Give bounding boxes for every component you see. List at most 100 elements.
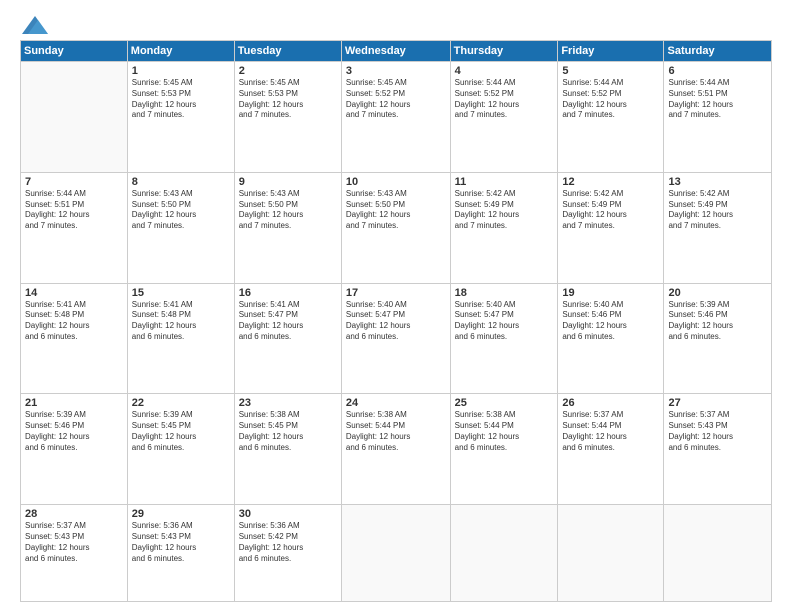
calendar-cell: 17Sunrise: 5:40 AM Sunset: 5:47 PM Dayli… — [341, 283, 450, 394]
day-number: 11 — [455, 176, 554, 188]
day-number: 9 — [239, 176, 337, 188]
cell-info: Sunrise: 5:45 AM Sunset: 5:53 PM Dayligh… — [132, 78, 230, 121]
day-number: 14 — [25, 287, 123, 299]
day-number: 12 — [562, 176, 659, 188]
day-number: 7 — [25, 176, 123, 188]
calendar-cell: 27Sunrise: 5:37 AM Sunset: 5:43 PM Dayli… — [664, 394, 772, 505]
cell-info: Sunrise: 5:43 AM Sunset: 5:50 PM Dayligh… — [239, 189, 337, 232]
calendar-cell: 2Sunrise: 5:45 AM Sunset: 5:53 PM Daylig… — [234, 62, 341, 173]
day-number: 5 — [562, 65, 659, 77]
calendar-cell: 10Sunrise: 5:43 AM Sunset: 5:50 PM Dayli… — [341, 172, 450, 283]
cell-info: Sunrise: 5:42 AM Sunset: 5:49 PM Dayligh… — [668, 189, 767, 232]
day-number: 25 — [455, 397, 554, 409]
day-number: 1 — [132, 65, 230, 77]
calendar-table: SundayMondayTuesdayWednesdayThursdayFrid… — [20, 40, 772, 602]
day-number: 15 — [132, 287, 230, 299]
calendar-cell — [21, 62, 128, 173]
day-number: 24 — [346, 397, 446, 409]
cell-info: Sunrise: 5:45 AM Sunset: 5:52 PM Dayligh… — [346, 78, 446, 121]
logo-icon — [22, 16, 48, 34]
calendar-cell: 24Sunrise: 5:38 AM Sunset: 5:44 PM Dayli… — [341, 394, 450, 505]
calendar-cell: 22Sunrise: 5:39 AM Sunset: 5:45 PM Dayli… — [127, 394, 234, 505]
weekday-header-monday: Monday — [127, 41, 234, 62]
cell-info: Sunrise: 5:39 AM Sunset: 5:46 PM Dayligh… — [668, 300, 767, 343]
cell-info: Sunrise: 5:37 AM Sunset: 5:44 PM Dayligh… — [562, 410, 659, 453]
calendar-cell: 23Sunrise: 5:38 AM Sunset: 5:45 PM Dayli… — [234, 394, 341, 505]
cell-info: Sunrise: 5:38 AM Sunset: 5:45 PM Dayligh… — [239, 410, 337, 453]
calendar-cell — [664, 505, 772, 602]
calendar-week-4: 21Sunrise: 5:39 AM Sunset: 5:46 PM Dayli… — [21, 394, 772, 505]
cell-info: Sunrise: 5:44 AM Sunset: 5:52 PM Dayligh… — [455, 78, 554, 121]
calendar-cell: 4Sunrise: 5:44 AM Sunset: 5:52 PM Daylig… — [450, 62, 558, 173]
calendar-cell: 11Sunrise: 5:42 AM Sunset: 5:49 PM Dayli… — [450, 172, 558, 283]
calendar-cell — [450, 505, 558, 602]
weekday-header-sunday: Sunday — [21, 41, 128, 62]
day-number: 30 — [239, 508, 337, 520]
cell-info: Sunrise: 5:39 AM Sunset: 5:45 PM Dayligh… — [132, 410, 230, 453]
cell-info: Sunrise: 5:37 AM Sunset: 5:43 PM Dayligh… — [25, 521, 123, 564]
day-number: 10 — [346, 176, 446, 188]
header — [20, 16, 772, 32]
calendar-cell: 6Sunrise: 5:44 AM Sunset: 5:51 PM Daylig… — [664, 62, 772, 173]
day-number: 3 — [346, 65, 446, 77]
cell-info: Sunrise: 5:38 AM Sunset: 5:44 PM Dayligh… — [455, 410, 554, 453]
calendar-cell: 7Sunrise: 5:44 AM Sunset: 5:51 PM Daylig… — [21, 172, 128, 283]
logo-text — [20, 16, 48, 32]
calendar-cell: 5Sunrise: 5:44 AM Sunset: 5:52 PM Daylig… — [558, 62, 664, 173]
weekday-header-thursday: Thursday — [450, 41, 558, 62]
calendar-cell: 3Sunrise: 5:45 AM Sunset: 5:52 PM Daylig… — [341, 62, 450, 173]
cell-info: Sunrise: 5:41 AM Sunset: 5:48 PM Dayligh… — [132, 300, 230, 343]
day-number: 4 — [455, 65, 554, 77]
calendar-cell — [558, 505, 664, 602]
calendar-week-3: 14Sunrise: 5:41 AM Sunset: 5:48 PM Dayli… — [21, 283, 772, 394]
calendar-cell: 20Sunrise: 5:39 AM Sunset: 5:46 PM Dayli… — [664, 283, 772, 394]
calendar-cell: 13Sunrise: 5:42 AM Sunset: 5:49 PM Dayli… — [664, 172, 772, 283]
day-number: 23 — [239, 397, 337, 409]
day-number: 22 — [132, 397, 230, 409]
calendar-cell: 15Sunrise: 5:41 AM Sunset: 5:48 PM Dayli… — [127, 283, 234, 394]
calendar-cell: 16Sunrise: 5:41 AM Sunset: 5:47 PM Dayli… — [234, 283, 341, 394]
day-number: 20 — [668, 287, 767, 299]
weekday-header-row: SundayMondayTuesdayWednesdayThursdayFrid… — [21, 41, 772, 62]
cell-info: Sunrise: 5:37 AM Sunset: 5:43 PM Dayligh… — [668, 410, 767, 453]
day-number: 17 — [346, 287, 446, 299]
calendar-week-1: 1Sunrise: 5:45 AM Sunset: 5:53 PM Daylig… — [21, 62, 772, 173]
calendar-cell: 29Sunrise: 5:36 AM Sunset: 5:43 PM Dayli… — [127, 505, 234, 602]
logo — [20, 16, 48, 32]
day-number: 6 — [668, 65, 767, 77]
day-number: 26 — [562, 397, 659, 409]
day-number: 28 — [25, 508, 123, 520]
cell-info: Sunrise: 5:43 AM Sunset: 5:50 PM Dayligh… — [132, 189, 230, 232]
cell-info: Sunrise: 5:40 AM Sunset: 5:47 PM Dayligh… — [455, 300, 554, 343]
calendar-cell: 21Sunrise: 5:39 AM Sunset: 5:46 PM Dayli… — [21, 394, 128, 505]
calendar-cell: 12Sunrise: 5:42 AM Sunset: 5:49 PM Dayli… — [558, 172, 664, 283]
calendar-week-2: 7Sunrise: 5:44 AM Sunset: 5:51 PM Daylig… — [21, 172, 772, 283]
calendar-cell: 30Sunrise: 5:36 AM Sunset: 5:42 PM Dayli… — [234, 505, 341, 602]
weekday-header-wednesday: Wednesday — [341, 41, 450, 62]
calendar-cell: 1Sunrise: 5:45 AM Sunset: 5:53 PM Daylig… — [127, 62, 234, 173]
calendar-cell: 28Sunrise: 5:37 AM Sunset: 5:43 PM Dayli… — [21, 505, 128, 602]
page: SundayMondayTuesdayWednesdayThursdayFrid… — [0, 0, 792, 612]
weekday-header-friday: Friday — [558, 41, 664, 62]
calendar-cell: 25Sunrise: 5:38 AM Sunset: 5:44 PM Dayli… — [450, 394, 558, 505]
cell-info: Sunrise: 5:42 AM Sunset: 5:49 PM Dayligh… — [455, 189, 554, 232]
cell-info: Sunrise: 5:40 AM Sunset: 5:46 PM Dayligh… — [562, 300, 659, 343]
calendar-cell: 19Sunrise: 5:40 AM Sunset: 5:46 PM Dayli… — [558, 283, 664, 394]
calendar-cell: 8Sunrise: 5:43 AM Sunset: 5:50 PM Daylig… — [127, 172, 234, 283]
cell-info: Sunrise: 5:45 AM Sunset: 5:53 PM Dayligh… — [239, 78, 337, 121]
day-number: 19 — [562, 287, 659, 299]
calendar-cell: 14Sunrise: 5:41 AM Sunset: 5:48 PM Dayli… — [21, 283, 128, 394]
cell-info: Sunrise: 5:41 AM Sunset: 5:47 PM Dayligh… — [239, 300, 337, 343]
cell-info: Sunrise: 5:44 AM Sunset: 5:51 PM Dayligh… — [668, 78, 767, 121]
cell-info: Sunrise: 5:43 AM Sunset: 5:50 PM Dayligh… — [346, 189, 446, 232]
calendar-cell: 18Sunrise: 5:40 AM Sunset: 5:47 PM Dayli… — [450, 283, 558, 394]
day-number: 21 — [25, 397, 123, 409]
calendar-cell: 26Sunrise: 5:37 AM Sunset: 5:44 PM Dayli… — [558, 394, 664, 505]
cell-info: Sunrise: 5:41 AM Sunset: 5:48 PM Dayligh… — [25, 300, 123, 343]
cell-info: Sunrise: 5:36 AM Sunset: 5:43 PM Dayligh… — [132, 521, 230, 564]
weekday-header-saturday: Saturday — [664, 41, 772, 62]
calendar-cell — [341, 505, 450, 602]
cell-info: Sunrise: 5:36 AM Sunset: 5:42 PM Dayligh… — [239, 521, 337, 564]
day-number: 8 — [132, 176, 230, 188]
day-number: 27 — [668, 397, 767, 409]
